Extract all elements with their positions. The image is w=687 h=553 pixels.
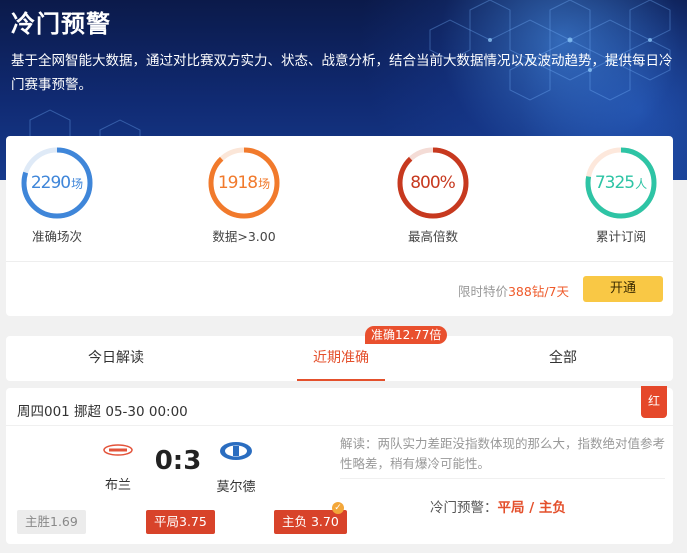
stat-value: 800% (410, 173, 456, 193)
tab-all[interactable]: 全部 (493, 336, 633, 381)
active-tab-indicator (297, 379, 385, 381)
progress-ring: 800% (396, 146, 470, 220)
stat-accurate-matches: 2290 场 准确场次 (12, 146, 102, 245)
accuracy-badge: 准确12.77倍 (365, 326, 448, 344)
promo-text: 限时特价388钻/7天 (457, 284, 569, 299)
tab-bar: 今日解读 近期准确 全部 (6, 336, 673, 381)
odds-home-win[interactable]: 主胜1.69 (17, 510, 86, 534)
stat-value: 2290 场 (30, 173, 84, 193)
promo-price: 388钻/7天 (507, 284, 569, 299)
stat-total-subscribers: 7325 人 累计订阅 (576, 146, 666, 245)
home-team: 布兰 (88, 440, 148, 493)
stats-card: 2290 场 准确场次 1918 场 数据>3.00 800% 最高倍数 732… (6, 136, 673, 316)
progress-ring: 2290 场 (20, 146, 94, 220)
away-team-name: 莫尔德 (216, 480, 256, 495)
home-team-logo-icon (103, 444, 133, 456)
match-card[interactable]: 周四001 挪超 05-30 00:00 红 布兰 0:3 莫尔德 解读：两队实… (6, 386, 673, 544)
away-team: 莫尔德 (206, 440, 266, 495)
match-analysis: 解读：两队实力差距没指数体现的那么大，指数绝对值参考性略差，稍有爆冷可能性。 (340, 436, 666, 471)
home-team-name: 布兰 (104, 478, 131, 493)
stat-value: 1918 场 (217, 173, 271, 193)
result-tag: 红 (641, 386, 667, 418)
match-header: 周四001 挪超 05-30 00:00 (17, 404, 188, 420)
stat-label: 最高倍数 (407, 229, 458, 244)
odds-draw[interactable]: 平局3.75 (146, 510, 215, 534)
stat-label: 准确场次 (31, 229, 82, 244)
stat-max-multiple: 800% 最高倍数 (388, 146, 478, 245)
stat-label: 数据>3.00 (212, 229, 276, 244)
alert-pick: 平局 / 主负 (497, 500, 566, 516)
divider (6, 425, 673, 426)
tab-today[interactable]: 今日解读 (46, 336, 186, 381)
stat-label: 累计订阅 (595, 229, 646, 244)
divider (340, 478, 665, 479)
progress-ring: 1918 场 (207, 146, 281, 220)
away-team-logo-icon (220, 442, 252, 460)
progress-ring: 7325 人 (584, 146, 658, 220)
stat-data-over-3: 1918 场 数据>3.00 (199, 146, 289, 245)
page-description: 基于全网智能大数据，通过对比赛双方实力、状态、战意分析，结合当前大数据情况以及波… (11, 53, 673, 93)
upset-alert: 冷门预警：平局 / 主负 (430, 500, 566, 516)
page-title: 冷门预警 (11, 10, 111, 38)
divider (6, 261, 673, 262)
stat-value: 7325 人 (594, 173, 648, 193)
check-icon: ✓ (332, 502, 344, 514)
subscribe-button[interactable]: 开通 (583, 276, 663, 302)
match-score: 0:3 (154, 446, 202, 476)
